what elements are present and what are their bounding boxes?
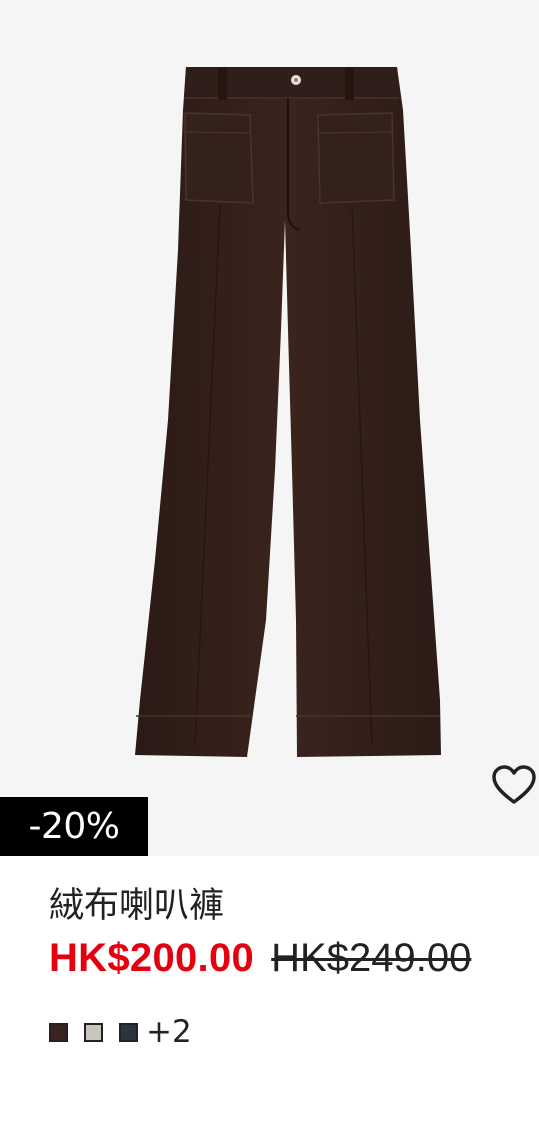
color-swatches: +2 (49, 1014, 192, 1050)
sale-price: HK$200.00 (49, 936, 255, 980)
original-price: HK$249.00 (271, 936, 472, 980)
more-colors-count[interactable]: +2 (146, 1014, 192, 1050)
color-swatch-beige[interactable] (84, 1022, 103, 1042)
color-swatch-brown[interactable] (49, 1022, 68, 1042)
product-image-area[interactable]: -20% (0, 0, 539, 856)
product-card[interactable]: -20% 絨布喇叭褲 HK$200.00 HK$249.00 +2 (0, 0, 539, 1141)
discount-badge: -20% (0, 797, 148, 856)
product-image[interactable] (0, 0, 539, 856)
product-title[interactable]: 絨布喇叭褲 (49, 882, 224, 930)
price-row: HK$200.00 HK$249.00 (49, 932, 471, 984)
heart-outline-icon (492, 765, 536, 804)
favorite-button[interactable] (489, 760, 539, 810)
color-swatch-navy[interactable] (119, 1022, 138, 1042)
